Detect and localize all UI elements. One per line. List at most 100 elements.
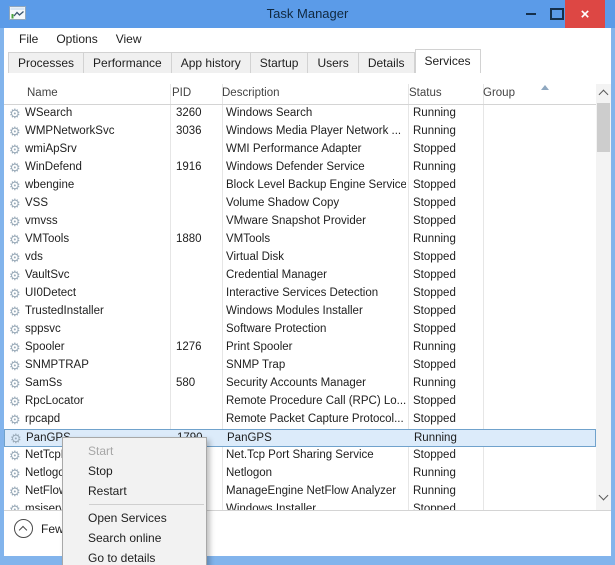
service-pid: 1276 (176, 341, 220, 353)
minimize-icon (526, 13, 536, 15)
table-row-spooler[interactable]: ⚙Spooler1276Print SpoolerRunning (4, 339, 596, 357)
tab-details[interactable]: Details (359, 52, 415, 73)
service-name: SamSs (25, 377, 169, 389)
table-row-sppsvc[interactable]: ⚙sppsvcSoftware ProtectionStopped (4, 321, 596, 339)
table-row-wsearch[interactable]: ⚙WSearch3260Windows SearchRunning (4, 105, 596, 123)
tab-processes[interactable]: Processes (8, 52, 84, 73)
service-status: Stopped (413, 395, 481, 407)
tab-startup[interactable]: Startup (251, 52, 309, 73)
table-row-trustedinstaller[interactable]: ⚙TrustedInstallerWindows Modules Install… (4, 303, 596, 321)
gear-icon: ⚙ (9, 286, 21, 302)
service-status: Stopped (413, 287, 481, 299)
service-description: WMI Performance Adapter (226, 143, 406, 155)
service-description: VMTools (226, 233, 406, 245)
column-header-group[interactable]: Group (483, 87, 583, 99)
service-name: VMTools (25, 233, 169, 245)
service-status: Stopped (413, 251, 481, 263)
service-name: Spooler (25, 341, 169, 353)
tab-bar: ProcessesPerformanceApp historyStartupUs… (4, 50, 611, 73)
context-menu-item-start: Start (63, 441, 206, 461)
table-row-windefend[interactable]: ⚙WinDefend1916Windows Defender ServiceRu… (4, 159, 596, 177)
minimize-button[interactable] (518, 0, 544, 28)
table-row-wmpnetworksvc[interactable]: ⚙WMPNetworkSvc3036Windows Media Player N… (4, 123, 596, 141)
service-description: Netlogon (226, 467, 406, 479)
menu-item-options[interactable]: Options (47, 30, 106, 48)
menu-item-view[interactable]: View (107, 30, 151, 48)
table-row-vds[interactable]: ⚙vdsVirtual DiskStopped (4, 249, 596, 267)
column-header-status[interactable]: Status (409, 87, 477, 99)
service-status: Stopped (413, 449, 481, 461)
service-status: Stopped (413, 215, 481, 227)
service-description: VMware Snapshot Provider (226, 215, 406, 227)
table-row-wbengine[interactable]: ⚙wbengineBlock Level Backup Engine Servi… (4, 177, 596, 195)
service-description: Windows Defender Service (226, 161, 406, 173)
context-menu-item-go-to-details[interactable]: Go to details (63, 548, 206, 565)
service-pid: 3260 (176, 107, 220, 119)
service-name: rpcapd (25, 413, 169, 425)
task-manager-window: Task Manager × FileOptionsView Processes… (0, 0, 615, 565)
service-name: VaultSvc (25, 269, 169, 281)
gear-icon: ⚙ (9, 214, 21, 230)
service-status: Running (413, 341, 481, 353)
table-row-vmvss[interactable]: ⚙vmvssVMware Snapshot ProviderStopped (4, 213, 596, 231)
gear-icon: ⚙ (9, 394, 21, 410)
sort-indicator-icon (541, 85, 549, 90)
table-row-wmiapsrv[interactable]: ⚙wmiApSrvWMI Performance AdapterStopped (4, 141, 596, 159)
column-header-name[interactable]: Name (27, 87, 167, 99)
service-description: Volume Shadow Copy (226, 197, 406, 209)
service-status: Running (413, 107, 481, 119)
gear-icon: ⚙ (10, 431, 22, 447)
gear-icon: ⚙ (9, 304, 21, 320)
gear-icon: ⚙ (9, 358, 21, 374)
service-name: vds (25, 251, 169, 263)
table-row-rpcapd[interactable]: ⚙rpcapdRemote Packet Capture Protocol...… (4, 411, 596, 429)
context-menu-item-search-online[interactable]: Search online (63, 528, 206, 548)
gear-icon: ⚙ (9, 232, 21, 248)
tab-services[interactable]: Services (415, 49, 481, 73)
service-description: SNMP Trap (226, 359, 406, 371)
context-menu-item-restart[interactable]: Restart (63, 481, 206, 501)
table-row-vss[interactable]: ⚙VSSVolume Shadow CopyStopped (4, 195, 596, 213)
maximize-icon (550, 8, 564, 20)
service-status: Stopped (413, 305, 481, 317)
gear-icon: ⚙ (9, 160, 21, 176)
scrollbar-thumb[interactable] (597, 103, 610, 152)
service-pid: 580 (176, 377, 220, 389)
service-description: Windows Modules Installer (226, 305, 406, 317)
table-row-snmptrap[interactable]: ⚙SNMPTRAPSNMP TrapStopped (4, 357, 596, 375)
service-description: Credential Manager (226, 269, 406, 281)
table-row-ui0detect[interactable]: ⚙UI0DetectInteractive Services Detection… (4, 285, 596, 303)
table-row-rpclocator[interactable]: ⚙RpcLocatorRemote Procedure Call (RPC) L… (4, 393, 596, 411)
tab-app-history[interactable]: App history (172, 52, 251, 73)
table-row-samss[interactable]: ⚙SamSs580Security Accounts ManagerRunnin… (4, 375, 596, 393)
service-name: RpcLocator (25, 395, 169, 407)
context-menu-item-open-services[interactable]: Open Services (63, 508, 206, 528)
service-status: Stopped (413, 359, 481, 371)
gear-icon: ⚙ (9, 124, 21, 140)
service-status: Running (413, 125, 481, 137)
close-button[interactable]: × (565, 0, 605, 28)
service-name: wmiApSrv (25, 143, 169, 155)
scroll-down-icon[interactable] (599, 491, 609, 501)
context-menu-item-stop[interactable]: Stop (63, 461, 206, 481)
service-status: Running (414, 432, 482, 444)
column-header-pid[interactable]: PID (172, 87, 216, 99)
vertical-scrollbar[interactable] (596, 84, 611, 510)
scroll-up-icon[interactable] (599, 90, 609, 100)
menu-item-file[interactable]: File (10, 30, 47, 48)
service-pid: 1880 (176, 233, 220, 245)
column-header-description[interactable]: Description (222, 87, 402, 99)
service-name: UI0Detect (25, 287, 169, 299)
service-description: ManageEngine NetFlow Analyzer (226, 485, 406, 497)
service-status: Stopped (413, 179, 481, 191)
gear-icon: ⚙ (9, 448, 21, 464)
service-description: Block Level Backup Engine Service (226, 179, 406, 191)
title-bar[interactable]: Task Manager × (0, 0, 615, 28)
window-border-right (611, 28, 615, 556)
service-status: Running (413, 233, 481, 245)
table-row-vaultsvc[interactable]: ⚙VaultSvcCredential ManagerStopped (4, 267, 596, 285)
service-description: PanGPS (227, 432, 407, 444)
tab-users[interactable]: Users (308, 52, 358, 73)
table-row-vmtools[interactable]: ⚙ VMTools 1880 VMTools Running (4, 231, 596, 249)
tab-performance[interactable]: Performance (84, 52, 172, 73)
